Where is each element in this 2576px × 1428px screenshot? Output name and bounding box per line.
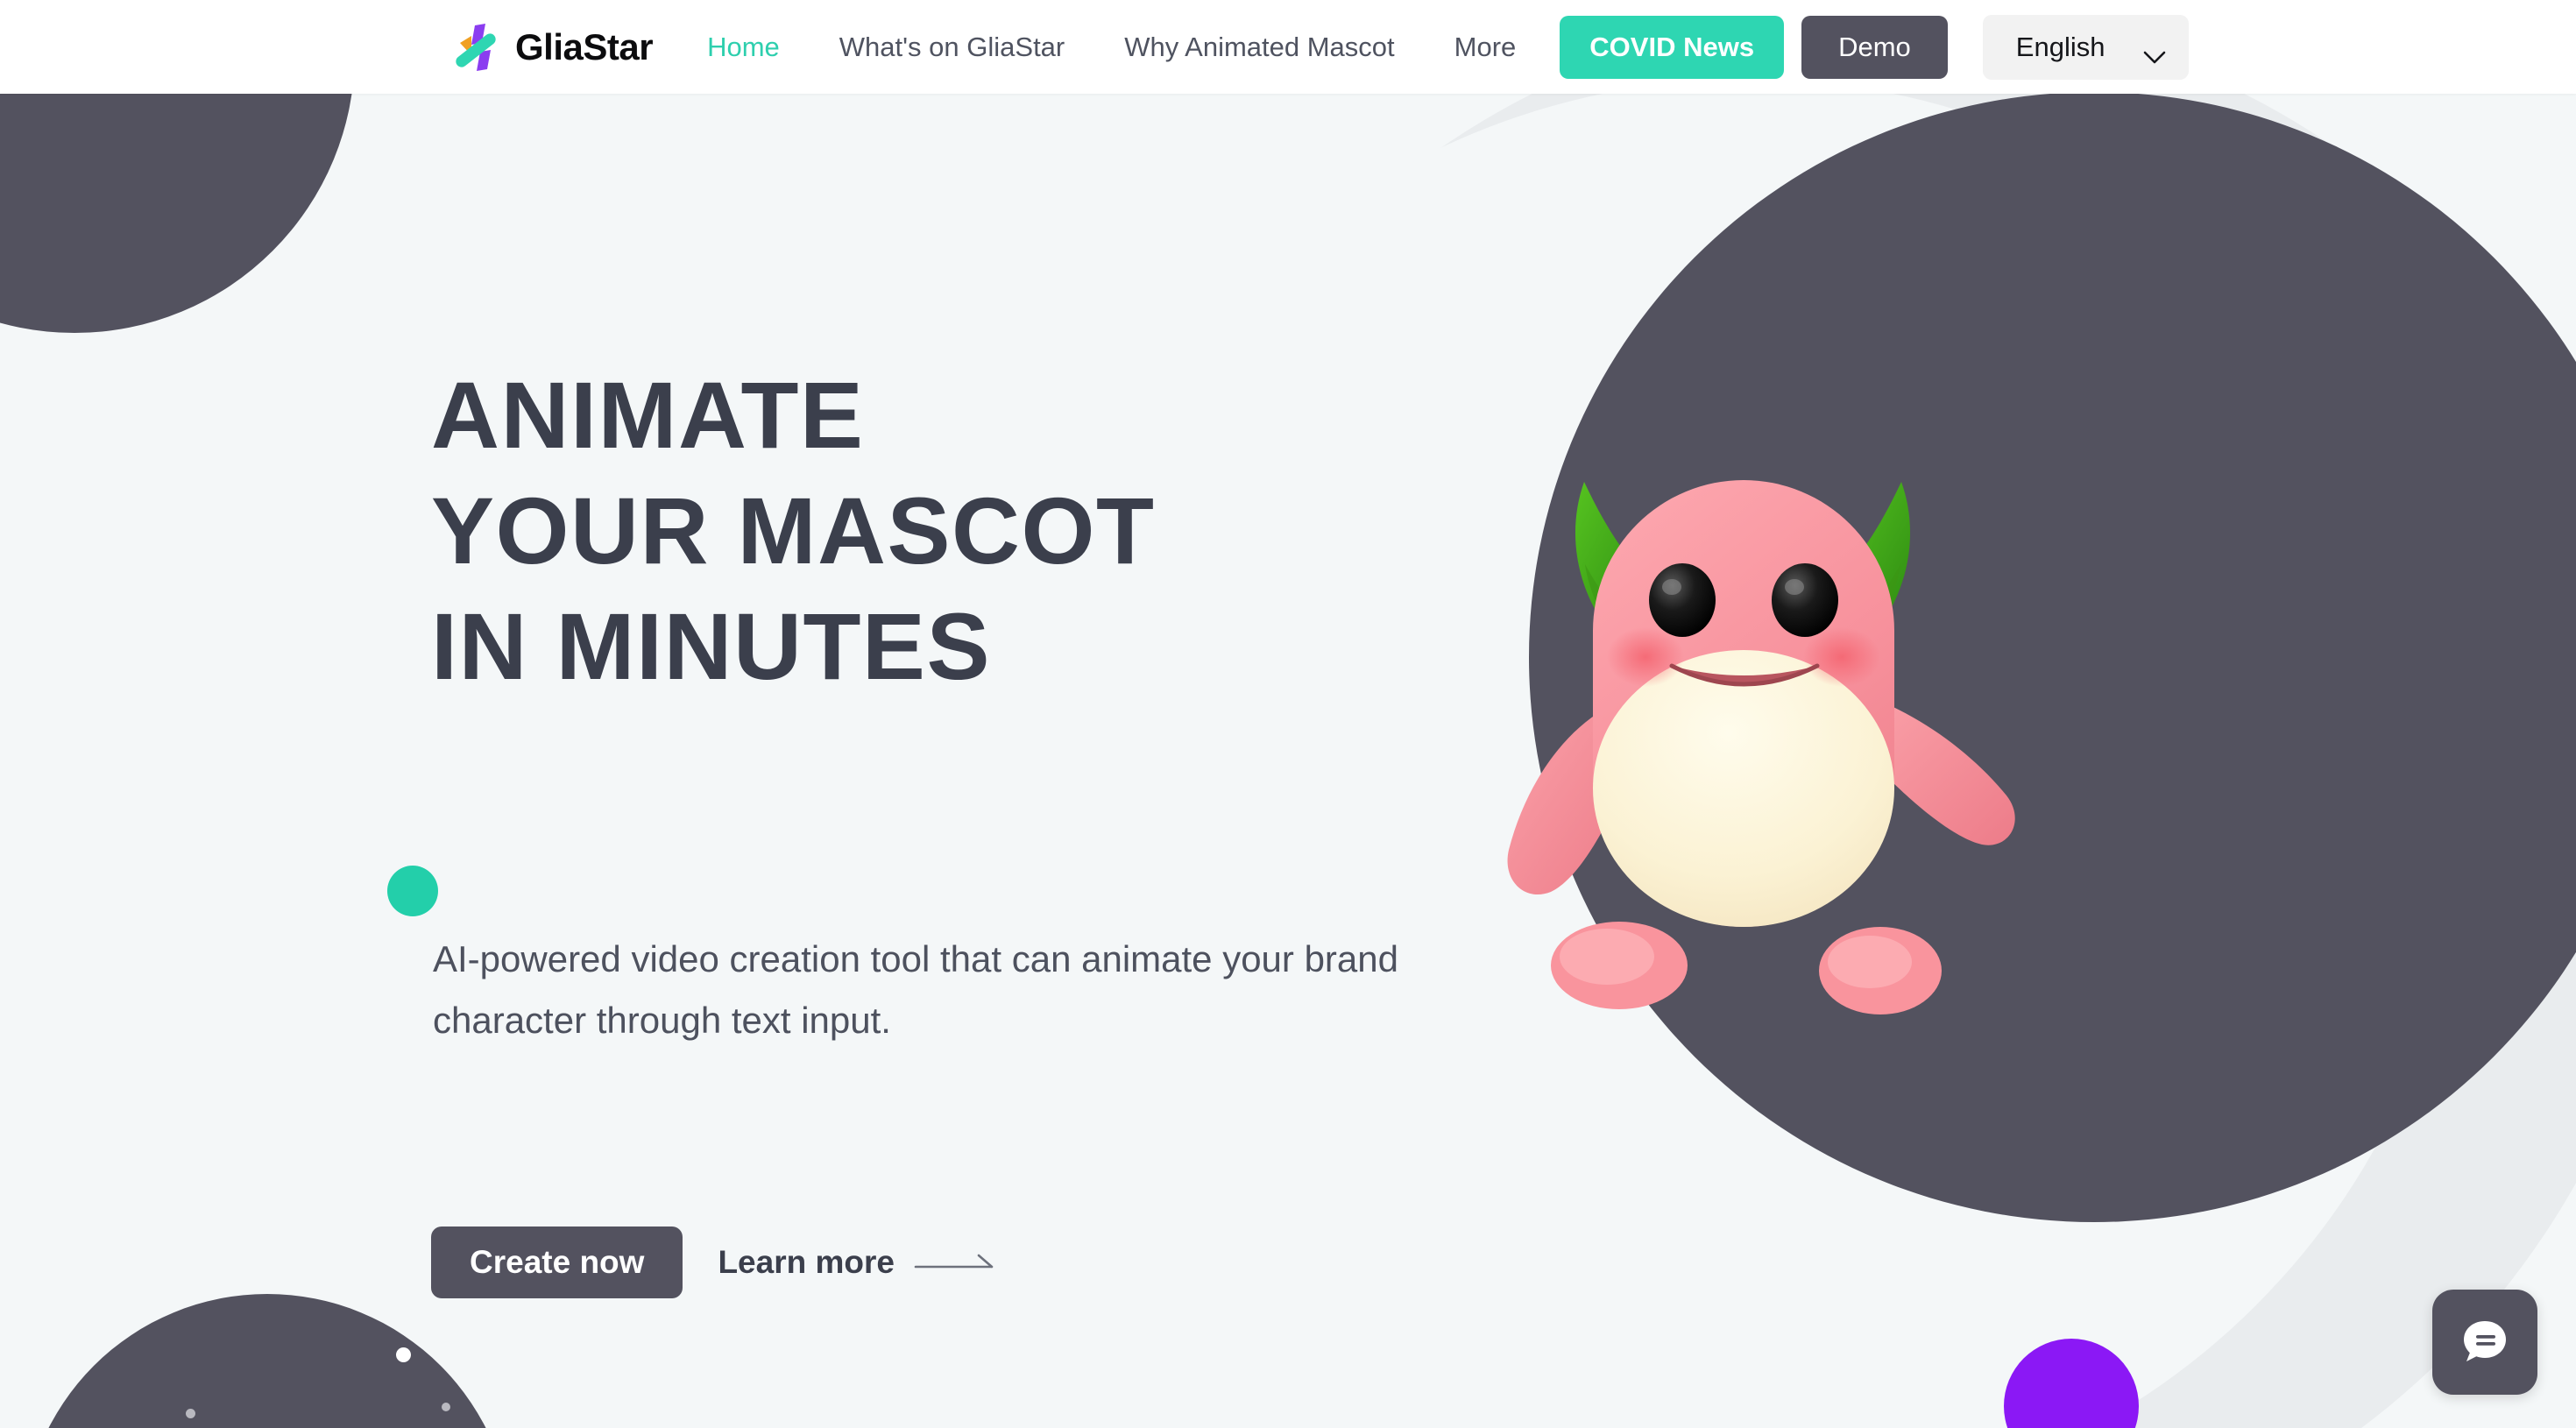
demo-button[interactable]: Demo [1801, 15, 1948, 79]
hero-headline: ANIMATE YOUR MASCOT IN MINUTES [431, 357, 1156, 703]
hero-cta-row: Create now Learn more [431, 1227, 994, 1298]
background-decorations [0, 0, 2576, 1428]
decorative-dot-white [396, 1347, 411, 1362]
chevron-down-icon [2143, 40, 2166, 63]
brand-logo[interactable]: GliaStar [449, 20, 654, 74]
chat-bubble-icon [2458, 1313, 2512, 1372]
nav-link-home[interactable]: Home [707, 32, 780, 63]
nav-links: Home What's on GliaStar Why Animated Mas… [707, 32, 1516, 63]
create-now-button[interactable]: Create now [431, 1227, 683, 1298]
nav-link-whats-on-gliastar[interactable]: What's on GliaStar [839, 32, 1065, 63]
decorative-dot-gray-1 [186, 1409, 195, 1418]
learn-more-link[interactable]: Learn more [718, 1244, 994, 1281]
hero-headline-line-3: IN MINUTES [431, 592, 992, 699]
decorative-dot-gray-2 [442, 1403, 450, 1411]
mascot-character-image [1393, 377, 2094, 1043]
hero-subtitle: AI-powered video creation tool that can … [433, 938, 1398, 1042]
chat-widget-button[interactable] [2432, 1290, 2537, 1395]
covid-news-button[interactable]: COVID News [1560, 15, 1785, 79]
nav-link-more[interactable]: More [1454, 32, 1517, 63]
top-navigation-bar: GliaStar Home What's on GliaStar Why Ani… [0, 0, 2576, 94]
nav-link-why-animated-mascot[interactable]: Why Animated Mascot [1124, 32, 1394, 63]
nav-actions: COVID News Demo English [1546, 14, 2190, 80]
hero-accent-dot [387, 866, 438, 916]
decorative-circle-bottom-left [22, 1294, 513, 1428]
language-selector[interactable]: English [1982, 14, 2190, 80]
hero-headline-line-2: YOUR MASCOT [431, 477, 1156, 583]
hero-headline-line-1: ANIMATE [431, 362, 865, 468]
learn-more-label: Learn more [718, 1244, 895, 1280]
brand-name: GliaStar [515, 25, 654, 67]
arrow-right-icon [914, 1253, 994, 1272]
page-root: GliaStar Home What's on GliaStar Why Ani… [0, 0, 2576, 1428]
gliastar-x-logo-icon [449, 20, 503, 74]
language-selector-value: English [2015, 31, 2105, 62]
